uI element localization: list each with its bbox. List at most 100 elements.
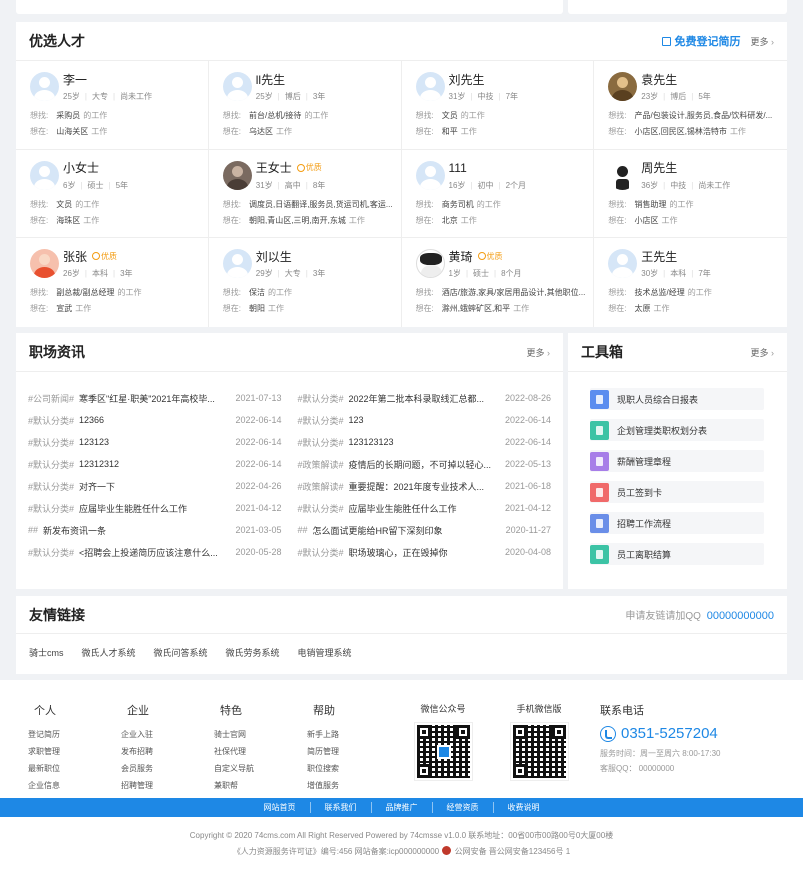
- talent-name[interactable]: 袁先生: [641, 71, 677, 88]
- news-category[interactable]: ##: [28, 525, 38, 535]
- news-title-link[interactable]: 应届毕业生能胜任什么工作: [79, 502, 227, 515]
- footer-link[interactable]: 招聘管理: [121, 777, 214, 794]
- news-title-link[interactable]: 疫情后的长期问题，不可掉以轻心...: [349, 458, 497, 471]
- news-item[interactable]: #政策解读# 重要提醒：2021年度专业技术人... 2021-06-18: [298, 475, 552, 497]
- talent-card[interactable]: 刘先生 31岁中技7年想找: 文员的工作想在: 和平工作: [401, 61, 595, 150]
- footer-link[interactable]: 职位搜索: [307, 760, 400, 777]
- news-category[interactable]: #政策解读#: [298, 480, 344, 493]
- talent-card[interactable]: 王先生 30岁本科7年想找: 技术总监/经理的工作想在: 太原工作: [594, 238, 787, 327]
- footer-link[interactable]: 增值服务: [307, 777, 400, 794]
- news-title-link[interactable]: 寒季区"红星·职美"2021年高校毕...: [79, 392, 227, 405]
- footer-link[interactable]: 企业信息: [28, 777, 121, 794]
- news-title-link[interactable]: 对齐一下: [79, 480, 227, 493]
- news-item[interactable]: #默认分类# 12312312 2022-06-14: [28, 453, 282, 475]
- register-resume-link[interactable]: 免费登记简历: [662, 33, 740, 49]
- news-category[interactable]: #默认分类#: [298, 502, 344, 515]
- tool-item[interactable]: 企划管理类职权划分表: [590, 419, 764, 441]
- footer-nav-link[interactable]: 经营资质: [431, 802, 493, 813]
- tool-item[interactable]: 现职人员综合日报表: [590, 388, 764, 410]
- news-item[interactable]: #默认分类# 123123 2022-06-14: [28, 431, 282, 453]
- talent-card[interactable]: 王女士 优质 31岁高中8年想找: 调度员,日语翻译,服务员,货运司机,客运... 想在…: [208, 149, 402, 238]
- talent-name[interactable]: 刘先生: [449, 71, 485, 88]
- footer-link[interactable]: 会员服务: [121, 760, 214, 777]
- tool-item[interactable]: 薪酬管理章程: [590, 450, 764, 472]
- talent-name[interactable]: 小女士: [63, 159, 99, 176]
- talent-name[interactable]: 王女士: [256, 159, 292, 176]
- talent-name[interactable]: 李一: [63, 71, 87, 88]
- news-item[interactable]: ## 新发布资讯一条 2021-03-05: [28, 519, 282, 541]
- talent-card[interactable]: 袁先生 23岁博后5年想找: 产品/包装设计,服务员,食品/饮料研发/... 想在: 小…: [594, 61, 787, 150]
- news-title-link[interactable]: 职场玻璃心，正在毁掉你: [349, 546, 497, 559]
- friend-link[interactable]: 微氏劳务系统: [226, 646, 280, 659]
- talent-card[interactable]: 张张 优质 26岁本科3年想找: 副总裁/副总经理的工作想在: 宣武工作: [16, 238, 209, 327]
- news-item[interactable]: #政策解读# 疫情后的长期问题，不可掉以轻心... 2022-05-13: [298, 453, 552, 475]
- news-category[interactable]: #政策解读#: [298, 458, 344, 471]
- news-item[interactable]: #默认分类# 应届毕业生能胜任什么工作 2021-04-12: [298, 497, 552, 519]
- news-category[interactable]: #默认分类#: [28, 502, 74, 515]
- footer-link[interactable]: 登记简历: [28, 726, 121, 743]
- talent-name[interactable]: 王先生: [641, 248, 677, 265]
- news-title-link[interactable]: 怎么面试更能给HR留下深刻印象: [313, 524, 498, 537]
- friend-link[interactable]: 电销管理系统: [298, 646, 352, 659]
- talent-card[interactable]: 黄琦 优质 1岁硕士8个月想找: 酒店/旅游,家具/家居用品设计,其他职位... 想在:…: [402, 238, 595, 327]
- news-title-link[interactable]: 123: [349, 415, 497, 425]
- news-title-link[interactable]: <招聘会上投递简历应该注意什么...: [79, 546, 227, 559]
- tool-item[interactable]: 招聘工作流程: [590, 512, 764, 534]
- news-item[interactable]: #公司新闻# 寒季区"红星·职美"2021年高校毕... 2021-07-13: [28, 387, 282, 409]
- news-title-link[interactable]: 123123: [79, 437, 227, 447]
- talent-card[interactable]: 周先生 36岁中技尚未工作想找: 销售助理的工作想在: 小店区工作: [594, 150, 787, 238]
- news-item[interactable]: #默认分类# 2022年第二批本科录取线汇总都... 2022-08-26: [298, 387, 552, 409]
- talent-card[interactable]: 小女士 6岁硕士5年想找: 文员的工作想在: 海珠区工作: [16, 149, 209, 238]
- link-apply-qq[interactable]: 00000000000: [707, 610, 774, 622]
- news-item[interactable]: #默认分类# 123123123 2022-06-14: [298, 431, 552, 453]
- news-item[interactable]: #默认分类# 12366 2022-06-14: [28, 409, 282, 431]
- talent-card[interactable]: ll先生 25岁博后3年想找: 前台/总机/接待的工作想在: 乌达区工作: [208, 61, 402, 150]
- footer-link[interactable]: 企业入驻: [121, 726, 214, 743]
- footer-link[interactable]: 简历管理: [307, 743, 400, 760]
- friend-link[interactable]: 微氏人才系统: [82, 646, 136, 659]
- footer-nav-link[interactable]: 联系我们: [309, 802, 371, 813]
- friend-link[interactable]: 骑士cms: [29, 646, 64, 659]
- news-item[interactable]: #默认分类# <招聘会上投递简历应该注意什么... 2020-05-28: [28, 541, 282, 563]
- footer-link[interactable]: 自定义导航: [214, 760, 307, 777]
- news-title-link[interactable]: 12366: [79, 415, 227, 425]
- news-category[interactable]: #默认分类#: [28, 414, 74, 427]
- news-title-link[interactable]: 123123123: [349, 437, 497, 447]
- news-title-link[interactable]: 新发布资讯一条: [43, 524, 227, 537]
- tools-more-link[interactable]: 更多: [750, 346, 774, 359]
- talent-card[interactable]: 刘以生 29岁大专3年想找: 保洁的工作想在: 朝阳工作: [209, 238, 402, 327]
- news-category[interactable]: #公司新闻#: [28, 392, 74, 405]
- footer-link[interactable]: 社保代理: [214, 743, 307, 760]
- news-more-link[interactable]: 更多: [526, 346, 550, 359]
- footer-link[interactable]: 兼职帮: [214, 777, 307, 794]
- news-category[interactable]: #默认分类#: [28, 436, 74, 449]
- tool-item[interactable]: 员工签到卡: [590, 481, 764, 503]
- news-item[interactable]: #默认分类# 应届毕业生能胜任什么工作 2021-04-12: [28, 497, 282, 519]
- tool-item[interactable]: 员工离职结算: [590, 543, 764, 565]
- news-title-link[interactable]: 12312312: [79, 459, 227, 469]
- talents-more-link[interactable]: 更多: [750, 35, 774, 48]
- talent-card[interactable]: 李一 25岁大专尚未工作想找: 采购员的工作想在: 山海关区工作: [16, 61, 209, 150]
- footer-link[interactable]: 发布招聘: [121, 743, 214, 760]
- friend-link[interactable]: 微氏问答系统: [154, 646, 208, 659]
- news-category[interactable]: #默认分类#: [298, 546, 344, 559]
- talent-card[interactable]: 111 16岁初中2个月想找: 商务司机的工作想在: 北京工作: [401, 149, 595, 238]
- footer-link[interactable]: 求职管理: [28, 743, 121, 760]
- news-category[interactable]: #默认分类#: [298, 414, 344, 427]
- news-item[interactable]: #默认分类# 对齐一下 2022-04-26: [28, 475, 282, 497]
- footer-nav-link[interactable]: 收费说明: [492, 802, 554, 813]
- footer-nav-link[interactable]: 品牌推广: [370, 802, 432, 813]
- news-category[interactable]: #默认分类#: [28, 546, 74, 559]
- news-category[interactable]: #默认分类#: [28, 480, 74, 493]
- talent-name[interactable]: 张张: [63, 248, 87, 265]
- news-item[interactable]: #默认分类# 职场玻璃心，正在毁掉你 2020-04-08: [298, 541, 552, 563]
- footer-link[interactable]: 骑士官网: [214, 726, 307, 743]
- talent-name[interactable]: ll先生: [256, 71, 285, 88]
- talent-name[interactable]: 刘以生: [256, 248, 292, 265]
- footer-link[interactable]: 新手上路: [307, 726, 400, 743]
- news-item[interactable]: #默认分类# 123 2022-06-14: [298, 409, 552, 431]
- news-category[interactable]: #默认分类#: [298, 392, 344, 405]
- talent-name[interactable]: 周先生: [641, 159, 677, 176]
- talent-name[interactable]: 111: [449, 161, 467, 175]
- talent-name[interactable]: 黄琦: [449, 248, 473, 265]
